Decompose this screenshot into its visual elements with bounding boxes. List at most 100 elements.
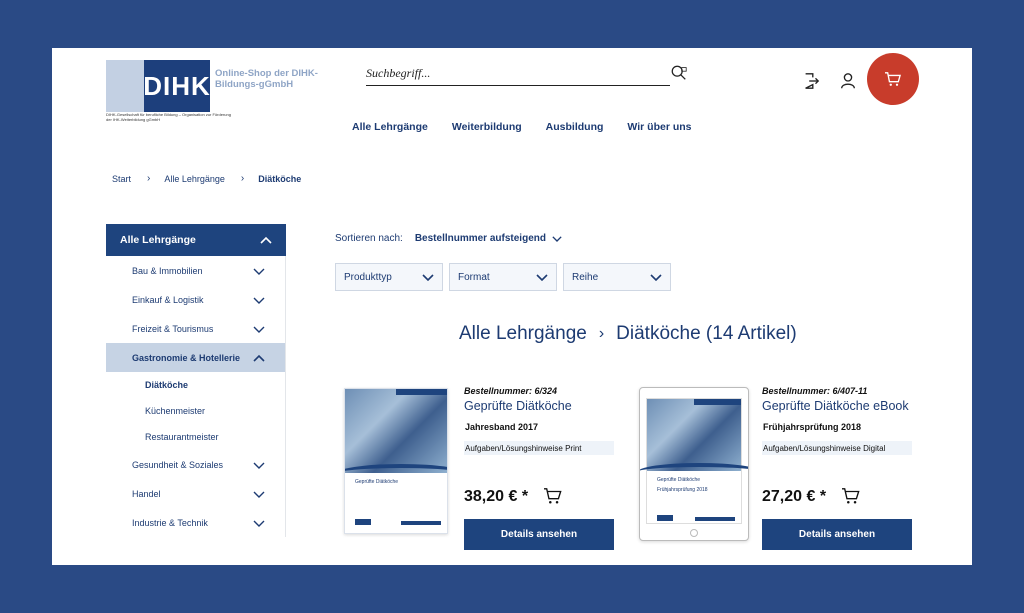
details-button[interactable]: Details ansehen [762, 519, 912, 550]
sidebar-item-label: Industrie & Technik [132, 517, 208, 528]
sidebar-item-label: Gesundheit & Soziales [132, 459, 224, 470]
sidebar-item-label: Gastronomie & Hotellerie [132, 352, 241, 363]
breadcrumb-current: Diätköche [258, 173, 302, 184]
sidebar-subitem-kuechenmeister[interactable]: Küchenmeister [106, 398, 285, 424]
cart-button[interactable] [867, 53, 919, 105]
add-to-cart-icon[interactable] [543, 487, 563, 505]
search-input[interactable] [366, 64, 656, 82]
cart-icon [885, 72, 901, 86]
sort-control: Sortieren nach: Bestellnummer aufsteigen… [335, 233, 562, 244]
product-type: Aufgaben/Lösungshinweise Print [464, 441, 614, 455]
breadcrumb-chevron-icon: › [240, 173, 245, 184]
logo-title: Online-Shop der DIHK-Bildungs-gGmbH [215, 68, 318, 90]
logo-mark: DIHK [143, 60, 210, 112]
sidebar-title: Alle Lehrgänge [120, 234, 196, 246]
chevron-down-icon [650, 274, 662, 281]
sidebar-item-label: Freizeit & Tourismus [132, 323, 214, 334]
cover-logo [355, 519, 371, 525]
tablet-home-button [690, 529, 698, 537]
shop-page: DIHK Online-Shop der DIHK-Bildungs-gGmbH… [52, 48, 972, 565]
filter-bar: Produkttyp Format Reihe [335, 263, 671, 291]
chevron-down-icon [253, 326, 265, 333]
sidebar-header[interactable]: Alle Lehrgänge [106, 224, 286, 256]
cover-photo [345, 389, 447, 473]
breadcrumb-start[interactable]: Start [112, 174, 131, 184]
filter-produkttyp[interactable]: Produkttyp [335, 263, 443, 291]
product-name[interactable]: Geprüfte Diätköche eBook [762, 399, 909, 413]
sidebar-item-gesundheit-soziales[interactable]: Gesundheit & Soziales [106, 450, 285, 479]
chevron-down-icon [253, 297, 265, 304]
search-bar [366, 62, 687, 86]
cover-logo [657, 515, 673, 521]
sidebar-item-freizeit-tourismus[interactable]: Freizeit & Tourismus [106, 314, 285, 343]
book-cover: Geprüfte Diätköche [345, 389, 447, 533]
sidebar-item-bau-immobilien[interactable]: Bau & Immobilien [106, 256, 285, 285]
sidebar-item-handel[interactable]: Handel [106, 479, 285, 508]
product-name[interactable]: Geprüfte Diätköche [464, 399, 572, 413]
product-price: 27,20 € * [762, 488, 827, 505]
nav-weiterbildung[interactable]: Weiterbildung [452, 121, 522, 133]
breadcrumb-alle-lehrgaenge[interactable]: Alle Lehrgänge [164, 174, 225, 184]
product-number: Bestellnummer: 6/324 [464, 386, 558, 396]
product-price: 38,20 € * [464, 488, 529, 505]
sidebar-item-gastronomie-hotellerie[interactable]: Gastronomie & Hotellerie [106, 343, 285, 372]
sidebar-item-einkauf-logistik[interactable]: Einkauf & Logistik [106, 285, 285, 314]
filter-label: Reihe [572, 271, 599, 283]
cover-photo [647, 399, 741, 471]
list-title: Alle Lehrgänge › Diätköche (14 Artikel) [459, 323, 797, 345]
cover-footer-band [695, 517, 735, 521]
nav-alle-lehrgaenge[interactable]: Alle Lehrgänge [352, 121, 428, 133]
sidebar-item-label: Einkauf & Logistik [132, 294, 204, 305]
product-type: Aufgaben/Lösungshinweise Digital [762, 441, 912, 455]
chevron-down-icon [536, 274, 548, 281]
sidebar-item-label: Handel [132, 488, 161, 499]
chevron-right-icon: › [598, 325, 605, 342]
sidebar-list: Bau & Immobilien Einkauf & Logistik Frei… [106, 256, 286, 537]
filter-label: Produkttyp [344, 271, 392, 283]
search-icon[interactable] [670, 64, 688, 82]
sidebar-subitem-diaetkoeche[interactable]: Diätköche [106, 372, 285, 398]
product-volume: Frühjahrsprüfung 2018 [763, 422, 862, 432]
chevron-up-icon [253, 354, 265, 362]
chevron-down-icon[interactable] [552, 235, 562, 242]
chevron-down-icon [253, 520, 265, 527]
product-image[interactable]: Geprüfte Diätköche [344, 388, 448, 534]
sort-select[interactable]: Bestellnummer aufsteigend [415, 233, 546, 244]
list-title-current: Diätköche (14 Artikel) [616, 323, 797, 344]
cover-title: Geprüfte Diätköche [657, 477, 701, 483]
nav-ausbildung[interactable]: Ausbildung [546, 121, 604, 133]
cover-band [694, 399, 741, 405]
category-sidebar: Alle Lehrgänge Bau & Immobilien Einkauf … [106, 224, 286, 537]
sidebar-item-label: Bau & Immobilien [132, 265, 203, 276]
ebook-screen: Geprüfte Diätköche Frühjahrsprüfung 2018 [640, 398, 748, 524]
nav-wir-ueber-uns[interactable]: Wir über uns [627, 121, 691, 133]
chevron-down-icon [422, 274, 434, 281]
breadcrumb: Start › Alle Lehrgänge › Diätköche [112, 173, 301, 184]
details-button[interactable]: Details ansehen [464, 519, 614, 550]
cover-title: Geprüfte Diätköche [355, 479, 399, 485]
main-nav: Alle Lehrgänge Weiterbildung Ausbildung … [352, 121, 716, 133]
list-title-parent[interactable]: Alle Lehrgänge [459, 323, 587, 345]
chevron-up-icon [260, 236, 272, 244]
sidebar-subitem-restaurantmeister[interactable]: Restaurantmeister [106, 424, 285, 450]
filter-label: Format [458, 271, 490, 283]
cover-subtitle: Frühjahrsprüfung 2018 [657, 487, 708, 493]
add-to-cart-icon[interactable] [841, 487, 861, 505]
filter-reihe[interactable]: Reihe [563, 263, 671, 291]
breadcrumb-chevron-icon: › [147, 173, 151, 184]
product-number: Bestellnummer: 6/407-11 [762, 386, 868, 396]
filter-format[interactable]: Format [449, 263, 557, 291]
user-icon[interactable] [839, 72, 857, 90]
cover-band [396, 389, 447, 395]
cover-footer-band [401, 521, 441, 525]
product-image[interactable]: Geprüfte Diätköche Frühjahrsprüfung 2018 [639, 387, 749, 541]
product-volume: Jahresband 2017 [465, 422, 539, 432]
login-icon[interactable] [802, 72, 820, 90]
chevron-down-icon [253, 462, 265, 469]
sort-label: Sortieren nach: [335, 233, 403, 244]
logo-subtitle: DIHK-Gesellschaft für berufliche Bildung… [106, 112, 231, 122]
chevron-down-icon [253, 491, 265, 498]
sidebar-item-industrie-technik[interactable]: Industrie & Technik [106, 508, 285, 537]
dihk-logo[interactable]: DIHK [106, 60, 210, 112]
chevron-down-icon [253, 268, 265, 275]
